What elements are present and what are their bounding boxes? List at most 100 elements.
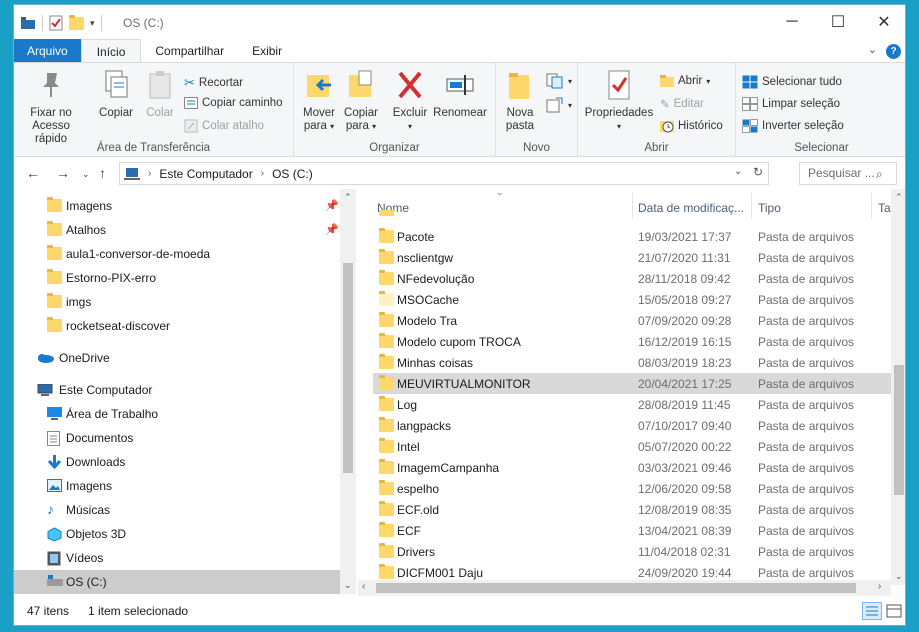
refresh-icon[interactable]: ↻ [753, 165, 763, 179]
nav-item-music[interactable]: ♪ Músicas [14, 498, 340, 522]
table-row[interactable]: Modelo Tra 07/09/2020 09:28 Pasta de arq… [373, 310, 891, 331]
nav-item-pictures[interactable]: Imagens [14, 474, 340, 498]
breadcrumb-this-pc[interactable]: Este Computador [159, 167, 252, 181]
table-row[interactable]: Minhas coisas 08/03/2019 18:23 Pasta de … [373, 352, 891, 373]
select-none-label: Limpar seleção [762, 98, 840, 110]
file-list-scrollbar-thumb[interactable] [894, 365, 904, 495]
copy-path-label: Copiar caminho [202, 97, 283, 109]
nav-item-videos[interactable]: Vídeos [14, 546, 340, 570]
nav-item-aula1[interactable]: aula1-conversor-de-moeda [14, 242, 340, 266]
nav-pane-scrollbar-thumb[interactable] [343, 263, 353, 473]
new-folder-label: Nova pasta [505, 107, 535, 132]
properties-icon[interactable] [49, 15, 63, 31]
nav-item-rocketseat[interactable]: rocketseat-discover [14, 314, 340, 338]
back-button[interactable]: ← [26, 165, 40, 181]
breadcrumb-drive[interactable]: OS (C:) [272, 167, 313, 181]
edit-button[interactable]: ✎ Editar [660, 97, 704, 111]
new-folder-button[interactable]: Nova pasta [502, 69, 538, 133]
qat-dropdown-icon[interactable]: ▾ [90, 18, 95, 29]
paste-button[interactable]: Colar [142, 69, 178, 120]
pin-icon[interactable]: 📌 [325, 199, 339, 212]
ribbon-collapse-icon[interactable]: ⌄ [868, 43, 877, 56]
table-row[interactable]: MSOCache 15/05/2018 09:27 Pasta de arqui… [373, 289, 891, 310]
nav-item-imagens-quick[interactable]: Imagens 📌 [14, 194, 340, 218]
table-row[interactable]: ECF 13/04/2021 08:39 Pasta de arquivos [373, 520, 891, 541]
pin-icon[interactable]: 📌 [325, 223, 339, 236]
file-type: Pasta de arquivos [758, 419, 855, 433]
tab-view[interactable]: Exibir [238, 39, 296, 62]
table-row[interactable] [373, 210, 891, 220]
table-row[interactable]: langpacks 07/10/2017 09:40 Pasta de arqu… [373, 415, 891, 436]
nav-item-desktop[interactable]: Área de Trabalho [14, 402, 340, 426]
folder-icon [379, 210, 394, 216]
table-row[interactable]: Drivers 11/04/2018 02:31 Pasta de arquiv… [373, 541, 891, 562]
select-none-button[interactable]: Limpar seleção [742, 97, 840, 111]
invert-selection-button[interactable]: Inverter seleção [742, 119, 844, 133]
copy-to-button[interactable]: Copiar para ▾ [342, 69, 380, 133]
details-view-button[interactable] [862, 602, 882, 620]
open-button[interactable]: Abrir ▾ [660, 75, 710, 87]
tab-file[interactable]: Arquivo [14, 39, 81, 62]
file-name: Modelo cupom TROCA [397, 335, 521, 349]
nav-item-imgs[interactable]: imgs [14, 290, 340, 314]
tab-home[interactable]: Início [80, 39, 142, 62]
folder-icon [47, 317, 62, 332]
pin-quick-access-button[interactable]: Fixar no Acesso rápido [20, 69, 82, 146]
nav-item-3d-objects[interactable]: Objetos 3D [14, 522, 340, 546]
edit-label: Editar [673, 98, 704, 110]
table-row[interactable]: espelho 12/06/2020 09:58 Pasta de arquiv… [373, 478, 891, 499]
copy-path-button[interactable]: Copiar caminho [184, 97, 283, 109]
easy-access-button[interactable]: ▾ [546, 97, 572, 113]
horizontal-scrollbar-thumb[interactable] [376, 583, 856, 593]
table-row[interactable]: NFedevolução 28/11/2018 09:42 Pasta de a… [373, 268, 891, 289]
history-button[interactable]: Histórico [660, 119, 723, 133]
file-list-scrollbar[interactable]: ⌃ ⌄ [891, 189, 905, 585]
file-list-horizontal-scrollbar[interactable]: ‹ › [358, 580, 891, 596]
search-icon[interactable]: ⌕ [876, 167, 883, 182]
file-date: 11/04/2018 02:31 [638, 545, 731, 559]
help-icon[interactable]: ? [886, 44, 901, 59]
nav-item-documents[interactable]: Documentos [14, 426, 340, 450]
paste-shortcut-button[interactable]: Colar atalho [184, 119, 264, 133]
table-row[interactable]: ImagemCampanha 03/03/2021 09:46 Pasta de… [373, 457, 891, 478]
rename-button[interactable]: Renomear [432, 69, 488, 120]
delete-button[interactable]: Excluir ▾ [390, 69, 430, 133]
nav-item-downloads[interactable]: Downloads [14, 450, 340, 474]
close-button[interactable]: ✕ [861, 5, 905, 39]
nav-item-label: Vídeos [66, 551, 104, 565]
nav-item-label: Objetos 3D [66, 527, 127, 541]
cut-button[interactable]: ✂ Recortar [184, 75, 243, 91]
music-icon: ♪ [47, 501, 54, 517]
properties-button[interactable]: Propriedades ▾ [584, 69, 654, 133]
new-folder-icon[interactable] [69, 14, 84, 30]
maximize-button[interactable]: ☐ [815, 5, 861, 39]
address-dropdown-icon[interactable]: ⌄ [734, 166, 742, 177]
nav-item-this-pc[interactable]: Este Computador [14, 378, 340, 402]
nav-pane-scrollbar[interactable]: ⌃ ⌄ [340, 189, 356, 594]
select-all-button[interactable]: Selecionar tudo [742, 75, 842, 89]
paste-label: Colar [146, 107, 174, 119]
table-row[interactable]: Modelo cupom TROCA 16/12/2019 16:15 Past… [373, 331, 891, 352]
table-row[interactable]: Log 28/08/2019 11:45 Pasta de arquivos [373, 394, 891, 415]
table-row[interactable]: nsclientgw 21/07/2020 11:31 Pasta de arq… [373, 247, 891, 268]
move-to-button[interactable]: Mover para ▾ [300, 69, 338, 133]
recent-locations-button[interactable]: ⌄ [82, 169, 90, 180]
nav-item-onedrive[interactable]: OneDrive [14, 346, 340, 370]
forward-button[interactable]: → [56, 165, 70, 181]
table-row[interactable]: Pacote 19/03/2021 17:37 Pasta de arquivo… [373, 226, 891, 247]
table-row[interactable]: ECF.old 12/08/2019 08:35 Pasta de arquiv… [373, 499, 891, 520]
large-icons-view-button[interactable] [885, 603, 903, 619]
group-new: Nova pasta ▾ ▾ Novo [496, 63, 578, 157]
table-row[interactable]: Intel 05/07/2020 00:22 Pasta de arquivos [373, 436, 891, 457]
nav-item-estorno[interactable]: Estorno-PIX-erro [14, 266, 340, 290]
nav-item-label: Estorno-PIX-erro [66, 271, 157, 285]
copy-button[interactable]: Copiar [96, 69, 136, 120]
table-row-selected[interactable]: MEUVIRTUALMONITOR 20/04/2021 17:25 Pasta… [373, 373, 891, 394]
up-button[interactable]: ↑ [99, 165, 106, 181]
address-bar[interactable]: › Este Computador › OS (C:) ⌄ ↻ [119, 162, 769, 185]
nav-item-atalhos[interactable]: Atalhos 📌 [14, 218, 340, 242]
nav-item-os-drive[interactable]: OS (C:) [14, 570, 340, 594]
tab-share[interactable]: Compartilhar [141, 39, 238, 62]
minimize-button[interactable]: ─ [769, 5, 815, 39]
new-item-button[interactable]: ▾ [546, 73, 572, 89]
